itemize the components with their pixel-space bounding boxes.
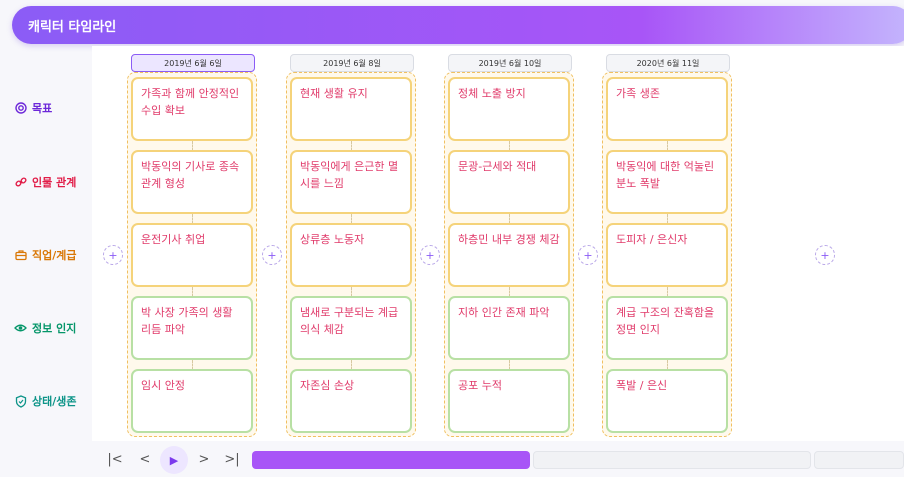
target-icon [14, 102, 27, 115]
date-tab[interactable]: 2019년 6월 6일 [131, 54, 255, 72]
timeline-card[interactable]: 문광-근세와 적대 [448, 150, 570, 214]
timeline-card[interactable]: 박동익에게 은근한 멸시를 느낌 [290, 150, 412, 214]
row-label-job: 직업/계급 [14, 247, 77, 263]
row-label-status: 상태/생존 [14, 393, 77, 409]
timeline-card[interactable]: 계급 구조의 잔혹함을 정면 인지 [606, 296, 728, 360]
timeline-card[interactable]: 지하 인간 존재 파악 [448, 296, 570, 360]
timeline-card[interactable]: 박 사장 가족의 생활 리듬 파악 [131, 296, 253, 360]
row-label-text: 목표 [32, 102, 53, 115]
skip-to-start-button[interactable]: |< [106, 449, 124, 469]
timeline-card[interactable]: 자존심 손상 [290, 369, 412, 433]
next-button[interactable]: > [195, 449, 213, 469]
timeline-app: 캐릭터 타임라인 목표 인물 관계 직업/계급 정보 인지 상태/생존 2019… [0, 0, 904, 477]
timeline-card[interactable]: 임시 안정 [131, 369, 253, 433]
header-bar: 캐릭터 타임라인 [12, 6, 904, 44]
add-column-button[interactable]: + [262, 245, 282, 265]
timeline-card[interactable]: 정체 노출 방지 [448, 77, 570, 141]
add-column-button[interactable]: + [420, 245, 440, 265]
previous-button[interactable]: < [136, 449, 154, 469]
timeline-card[interactable]: 박동익에 대한 억눌린 분노 폭발 [606, 150, 728, 214]
row-label-goal: 목표 [14, 100, 52, 116]
skip-to-end-button[interactable]: >| [223, 449, 241, 469]
timeline-card[interactable]: 냄새로 구분되는 계급 의식 체감 [290, 296, 412, 360]
add-column-button[interactable]: + [815, 245, 835, 265]
timeline-card[interactable]: 도피자 / 은신자 [606, 223, 728, 287]
timeline-progress-track[interactable] [814, 451, 904, 469]
link-icon [14, 176, 27, 189]
timeline-card[interactable]: 현재 생활 유지 [290, 77, 412, 141]
timeline-card[interactable]: 상류층 노동자 [290, 223, 412, 287]
timeline-card[interactable]: 공포 누적 [448, 369, 570, 433]
shield-icon [14, 394, 27, 408]
timeline-card[interactable]: 운전기사 취업 [131, 223, 253, 287]
timeline-card[interactable]: 하층민 내부 경쟁 체감 [448, 223, 570, 287]
timeline-progress-fill[interactable] [252, 451, 530, 469]
eye-icon [14, 322, 27, 335]
play-button[interactable]: ▶ [160, 446, 188, 474]
date-tab[interactable]: 2019년 6월 8일 [290, 54, 414, 72]
briefcase-icon [14, 249, 27, 262]
row-label-text: 정보 인지 [32, 322, 77, 335]
timeline-card[interactable]: 가족과 함께 안정적인 수입 확보 [131, 77, 253, 141]
row-label-relation: 인물 관계 [14, 174, 76, 190]
date-tab[interactable]: 2020년 6월 11일 [606, 54, 730, 72]
row-label-info: 정보 인지 [14, 320, 76, 336]
add-column-button[interactable]: + [578, 245, 598, 265]
timeline-card[interactable]: 박동익의 기사로 종속 관계 형성 [131, 150, 253, 214]
date-tab[interactable]: 2019년 6월 10일 [448, 54, 572, 72]
page-title: 캐릭터 타임라인 [28, 20, 117, 35]
add-column-button[interactable]: + [103, 245, 123, 265]
row-label-text: 직업/계급 [32, 249, 77, 262]
play-icon: ▶ [169, 453, 179, 467]
row-label-text: 인물 관계 [32, 176, 77, 189]
timeline-card[interactable]: 폭발 / 은신 [606, 369, 728, 433]
row-label-text: 상태/생존 [32, 395, 77, 408]
timeline-card[interactable]: 가족 생존 [606, 77, 728, 141]
timeline-progress-track[interactable] [533, 451, 811, 469]
